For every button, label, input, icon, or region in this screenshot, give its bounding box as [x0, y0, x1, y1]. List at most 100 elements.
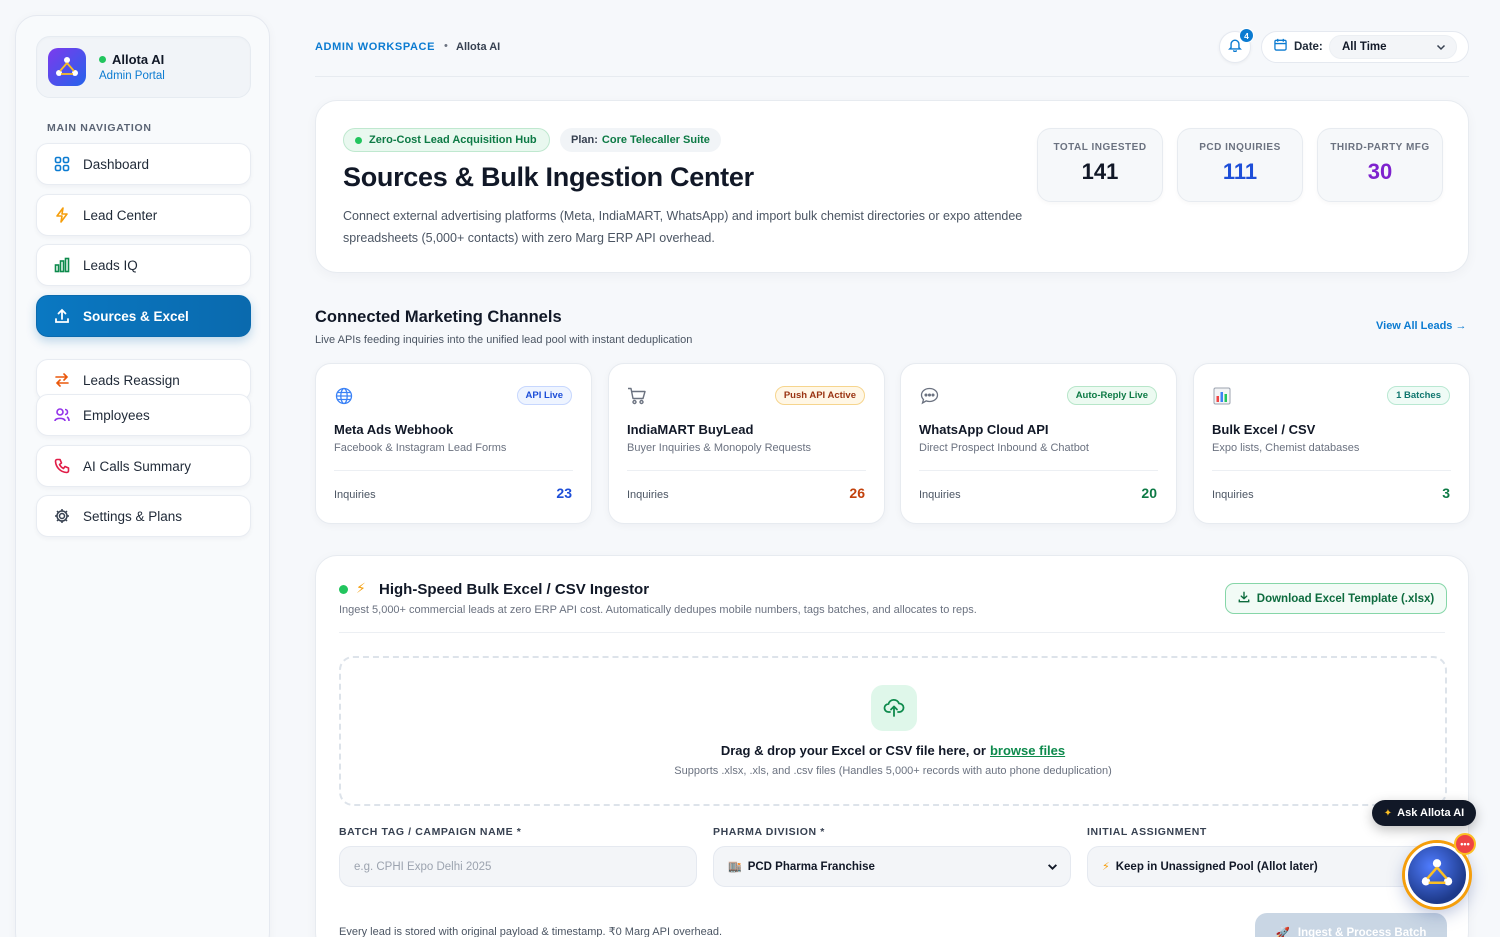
initial-assignment-select[interactable]: ⚡ Keep in Unassigned Pool (Allot later) [1087, 846, 1445, 887]
cart-icon [627, 386, 647, 406]
phone-icon [53, 457, 71, 475]
sidebar-item-leads-iq[interactable]: Leads IQ [36, 244, 251, 286]
calendar-icon [1274, 38, 1287, 56]
stat-value: 141 [1081, 159, 1119, 184]
channel-card-bulk-excel[interactable]: 1 Batches Bulk Excel / CSV Expo lists, C… [1193, 363, 1470, 524]
channel-card-whatsapp[interactable]: Auto-Reply Live WhatsApp Cloud API Direc… [900, 363, 1177, 524]
stat-value: 30 [1367, 159, 1393, 184]
breadcrumb-app: Allota AI [456, 41, 501, 53]
initial-assignment-value: Keep in Unassigned Pool (Allot later) [1115, 860, 1318, 873]
channel-name: Bulk Excel / CSV [1212, 422, 1316, 437]
initial-assignment-label: INITIAL ASSIGNMENT [1087, 826, 1207, 838]
ask-allota-ai-button[interactable]: ✦ Ask Allota AI [1372, 800, 1476, 826]
page-title: Sources & Bulk Ingestion Center [343, 162, 754, 192]
channel-description: Direct Prospect Inbound & Chatbot [919, 442, 1089, 454]
breadcrumb-workspace[interactable]: ADMIN WORKSPACE [315, 41, 435, 53]
inquiries-count: 23 [556, 485, 572, 501]
download-template-button[interactable]: Download Excel Template (.xlsx) [1225, 583, 1447, 614]
rocket-icon: 🚀 [1275, 928, 1290, 937]
hero-card: Zero-Cost Lead Acquisition Hub Plan: Cor… [315, 100, 1469, 273]
brand-card[interactable]: Allota AI Admin Portal [36, 36, 251, 98]
dropzone-subtitle: Supports .xlsx, .xls, and .csv files (Ha… [674, 765, 1112, 777]
live-status-dot [339, 585, 348, 594]
chat-bubble-icon [919, 386, 939, 406]
divider [627, 470, 866, 471]
date-range-select[interactable]: All Time [1329, 35, 1457, 59]
inquiries-label: Inquiries [919, 489, 961, 501]
sidebar-item-label: Leads IQ [83, 257, 138, 273]
inquiries-label: Inquiries [334, 489, 376, 501]
plan-value: Core Telecaller Suite [601, 134, 710, 146]
sidebar-item-dashboard[interactable]: Dashboard [36, 143, 251, 185]
dropzone-title-row: Drag & drop your Excel or CSV file here,… [341, 743, 1445, 758]
pharma-division-select[interactable]: 🏬 PCD Pharma Franchise [713, 846, 1071, 887]
sidebar-item-label: Lead Center [83, 207, 158, 223]
ingestor-subtitle: Ingest 5,000+ commercial leads at zero E… [339, 604, 977, 616]
sidebar: Allota AI Admin Portal MAIN NAVIGATION D… [15, 15, 270, 937]
brand-name: Allota AI [112, 52, 165, 67]
notification-count-badge: 4 [1239, 28, 1254, 43]
topbar-divider [315, 76, 1469, 77]
sidebar-item-label: Dashboard [83, 156, 150, 172]
sidebar-item-lead-center[interactable]: Lead Center [36, 194, 251, 236]
inquiries-count: 20 [1141, 485, 1157, 501]
brand-logo-icon [48, 48, 86, 86]
stat-label: THIRD-PARTY MFG [1330, 142, 1430, 153]
stat-value: 111 [1222, 159, 1258, 184]
chevron-down-icon [1436, 42, 1446, 55]
batch-tag-input[interactable]: e.g. CPHI Expo Delhi 2025 [339, 846, 697, 887]
swap-arrows-icon [53, 371, 71, 389]
sidebar-item-sources-excel[interactable]: Sources & Excel [36, 295, 251, 337]
channels-section-title: Connected Marketing Channels [315, 308, 562, 326]
sidebar-item-label: Employees [83, 407, 150, 423]
ask-allota-ai-label: Ask Allota AI [1397, 807, 1465, 819]
inquiries-label: Inquiries [627, 489, 669, 501]
sidebar-item-employees[interactable]: Employees [36, 394, 251, 436]
file-dropzone[interactable]: Drag & drop your Excel or CSV file here,… [339, 656, 1447, 806]
spreadsheet-chart-icon [1212, 386, 1232, 406]
bolt-icon: ⚡ [356, 580, 366, 596]
bolt-icon: ⚡ [1102, 861, 1110, 873]
channel-name: Meta Ads Webhook [334, 422, 454, 437]
channels-section-subtitle: Live APIs feeding inquiries into the uni… [315, 334, 693, 346]
assistant-typing-badge: ••• [1454, 833, 1476, 855]
stat-pcd-inquiries: PCD INQUIRIES 111 [1177, 128, 1303, 202]
sidebar-item-settings-plans[interactable]: Settings & Plans [36, 495, 251, 537]
divider [334, 470, 573, 471]
channel-description: Buyer Inquiries & Monopoly Requests [627, 442, 812, 454]
date-range-value: All Time [1342, 41, 1387, 53]
sidebar-item-label: Leads Reassign [83, 372, 180, 388]
stat-total-ingested: TOTAL INGESTED 141 [1037, 128, 1163, 202]
ingest-process-label: Ingest & Process Batch [1297, 927, 1427, 937]
browse-files-link[interactable]: browse files [990, 743, 1065, 758]
chevron-down-icon [1047, 861, 1058, 875]
channel-description: Facebook & Instagram Lead Forms [334, 442, 507, 454]
ingestor-footnote: Every lead is stored with original paylo… [339, 926, 723, 937]
page-description: Connect external advertising platforms (… [343, 209, 1023, 245]
view-all-leads-link[interactable]: View All Leads → [1376, 320, 1466, 332]
stat-third-party-mfg: THIRD-PARTY MFG 30 [1317, 128, 1443, 202]
gear-icon [53, 507, 71, 525]
stat-label: PCD INQUIRIES [1199, 142, 1281, 153]
ingest-process-button[interactable]: 🚀 Ingest & Process Batch [1255, 913, 1447, 937]
date-filter[interactable]: Date: All Time [1261, 31, 1469, 63]
upload-icon [53, 307, 71, 325]
sidebar-item-ai-calls-summary[interactable]: AI Calls Summary [36, 445, 251, 487]
pharma-division-value: PCD Pharma Franchise [747, 860, 875, 873]
users-icon [53, 406, 71, 424]
channel-card-meta[interactable]: API Live Meta Ads Webhook Facebook & Ins… [315, 363, 592, 524]
channel-card-indiamart[interactable]: Push API Active IndiaMART BuyLead Buyer … [608, 363, 885, 524]
building-icon: 🏬 [728, 861, 742, 873]
sidebar-item-label: AI Calls Summary [83, 458, 192, 474]
stat-label: TOTAL INGESTED [1053, 142, 1147, 153]
inquiries-count: 3 [1442, 485, 1450, 501]
plan-pill: Plan: Core Telecaller Suite [560, 128, 721, 152]
bar-chart-icon [53, 256, 71, 274]
channel-status-badge: Auto-Reply Live [1066, 386, 1157, 405]
channel-status-badge: API Live [516, 386, 572, 405]
grid-icon [53, 155, 71, 173]
pharma-division-label: PHARMA DIVISION * [713, 826, 825, 838]
cloud-upload-icon [871, 685, 917, 731]
batch-tag-label: BATCH TAG / CAMPAIGN NAME * [339, 826, 522, 838]
channel-status-badge: Push API Active [774, 386, 865, 405]
